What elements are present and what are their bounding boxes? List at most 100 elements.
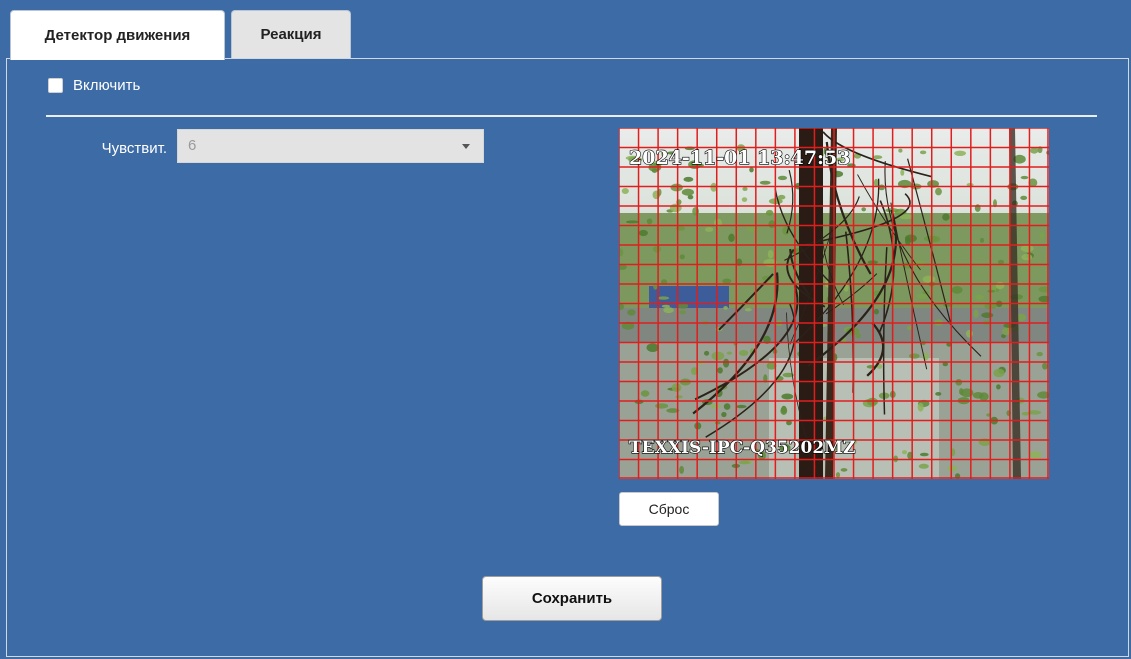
leaf: [741, 197, 748, 202]
leaf: [640, 390, 650, 397]
chevron-down-icon: [462, 144, 470, 149]
leaf: [873, 308, 879, 315]
leaf: [1029, 451, 1042, 459]
leaf: [975, 294, 984, 300]
leaf: [919, 150, 927, 155]
leaf: [997, 259, 1005, 265]
settings-panel: Включить Чувствит. 6 2024-11-01 13:47:53…: [6, 58, 1129, 657]
leaf: [1021, 253, 1033, 261]
leaf: [671, 383, 682, 392]
enable-label: Включить: [73, 77, 141, 94]
leaf: [646, 343, 659, 352]
leaf: [1020, 195, 1028, 200]
leaf: [900, 169, 905, 176]
leaf: [917, 293, 929, 299]
leaf: [1039, 231, 1045, 240]
leaf: [738, 350, 749, 356]
leaf: [705, 227, 714, 232]
leaf: [692, 207, 699, 216]
sensitivity-select[interactable]: 6: [177, 129, 484, 163]
leaf: [995, 282, 1005, 290]
leaf: [935, 187, 942, 196]
leaf: [965, 329, 973, 338]
leaf: [935, 392, 942, 396]
leaf: [904, 234, 917, 243]
leaf: [942, 213, 950, 221]
leaf: [683, 176, 694, 182]
divider: [46, 115, 1097, 117]
leaf: [625, 220, 640, 224]
leaf: [923, 235, 938, 242]
tab-motion-detector[interactable]: Детектор движения: [10, 10, 225, 60]
leaf: [711, 351, 725, 361]
leaf: [908, 353, 920, 359]
leaf: [670, 183, 683, 192]
leaf: [979, 237, 985, 243]
leaf: [1030, 147, 1039, 154]
leaf: [1036, 351, 1043, 357]
leaf: [679, 465, 684, 474]
leaf: [721, 411, 727, 418]
leaf: [947, 465, 958, 472]
leaf: [1020, 175, 1029, 180]
leaf: [621, 188, 629, 194]
leaf: [723, 403, 731, 410]
leaf: [1020, 245, 1034, 252]
leaf: [918, 463, 929, 469]
leaf: [902, 450, 907, 455]
leaf: [987, 289, 996, 293]
leaf: [919, 452, 929, 457]
enable-row: Включить: [48, 77, 140, 94]
leaf: [959, 388, 964, 395]
leaf: [742, 186, 748, 191]
leaf: [917, 402, 924, 412]
leaf: [954, 150, 966, 156]
osd-timestamp: 2024-11-01 13:47:53: [629, 147, 851, 169]
leaf: [675, 395, 683, 399]
leaf: [722, 278, 732, 284]
leaf: [663, 307, 674, 314]
leaf: [717, 367, 723, 374]
leaf: [710, 404, 722, 409]
leaf: [723, 306, 728, 310]
enable-checkbox[interactable]: [48, 78, 63, 93]
leaf: [669, 203, 682, 213]
leaf: [744, 308, 752, 312]
leaf: [878, 184, 885, 191]
reset-button[interactable]: Сброс: [619, 492, 719, 526]
leaf: [767, 249, 774, 259]
leaf: [993, 368, 1005, 378]
leaf: [679, 254, 685, 260]
leaf: [981, 312, 994, 318]
save-button[interactable]: Сохранить: [482, 576, 662, 621]
leaf: [835, 472, 841, 478]
motion-detection-page: Детектор движения Реакция Включить Чувст…: [0, 0, 1131, 659]
leaf: [723, 358, 730, 368]
leaf: [781, 393, 794, 400]
leaf: [726, 351, 733, 355]
tab-reaction[interactable]: Реакция: [231, 10, 351, 58]
leaf: [1042, 362, 1048, 370]
leaf: [955, 379, 963, 386]
leaf: [655, 403, 669, 409]
leaf: [996, 384, 1001, 390]
camera-preview[interactable]: 2024-11-01 13:47:53 TEXXIS-IPC-Q35202MZ: [619, 128, 1049, 479]
motion-grid-canvas[interactable]: 2024-11-01 13:47:53 TEXXIS-IPC-Q35202MZ: [619, 128, 1049, 479]
leaf: [765, 209, 774, 216]
leaf: [898, 148, 903, 153]
leaf: [861, 207, 866, 212]
leaf: [759, 180, 771, 185]
tab-bar: Детектор движения Реакция: [0, 0, 1131, 60]
leaf: [681, 188, 694, 196]
leaf: [873, 178, 879, 187]
osd-camera-name: TEXXIS-IPC-Q35202MZ: [629, 438, 855, 458]
leaf: [840, 468, 848, 472]
leaf: [922, 275, 936, 283]
leaf: [951, 286, 963, 294]
leaf: [728, 233, 735, 242]
leaf: [780, 406, 788, 415]
leaf: [972, 392, 984, 399]
leaf: [715, 421, 721, 425]
leaf: [777, 175, 788, 181]
leaf: [657, 296, 670, 300]
